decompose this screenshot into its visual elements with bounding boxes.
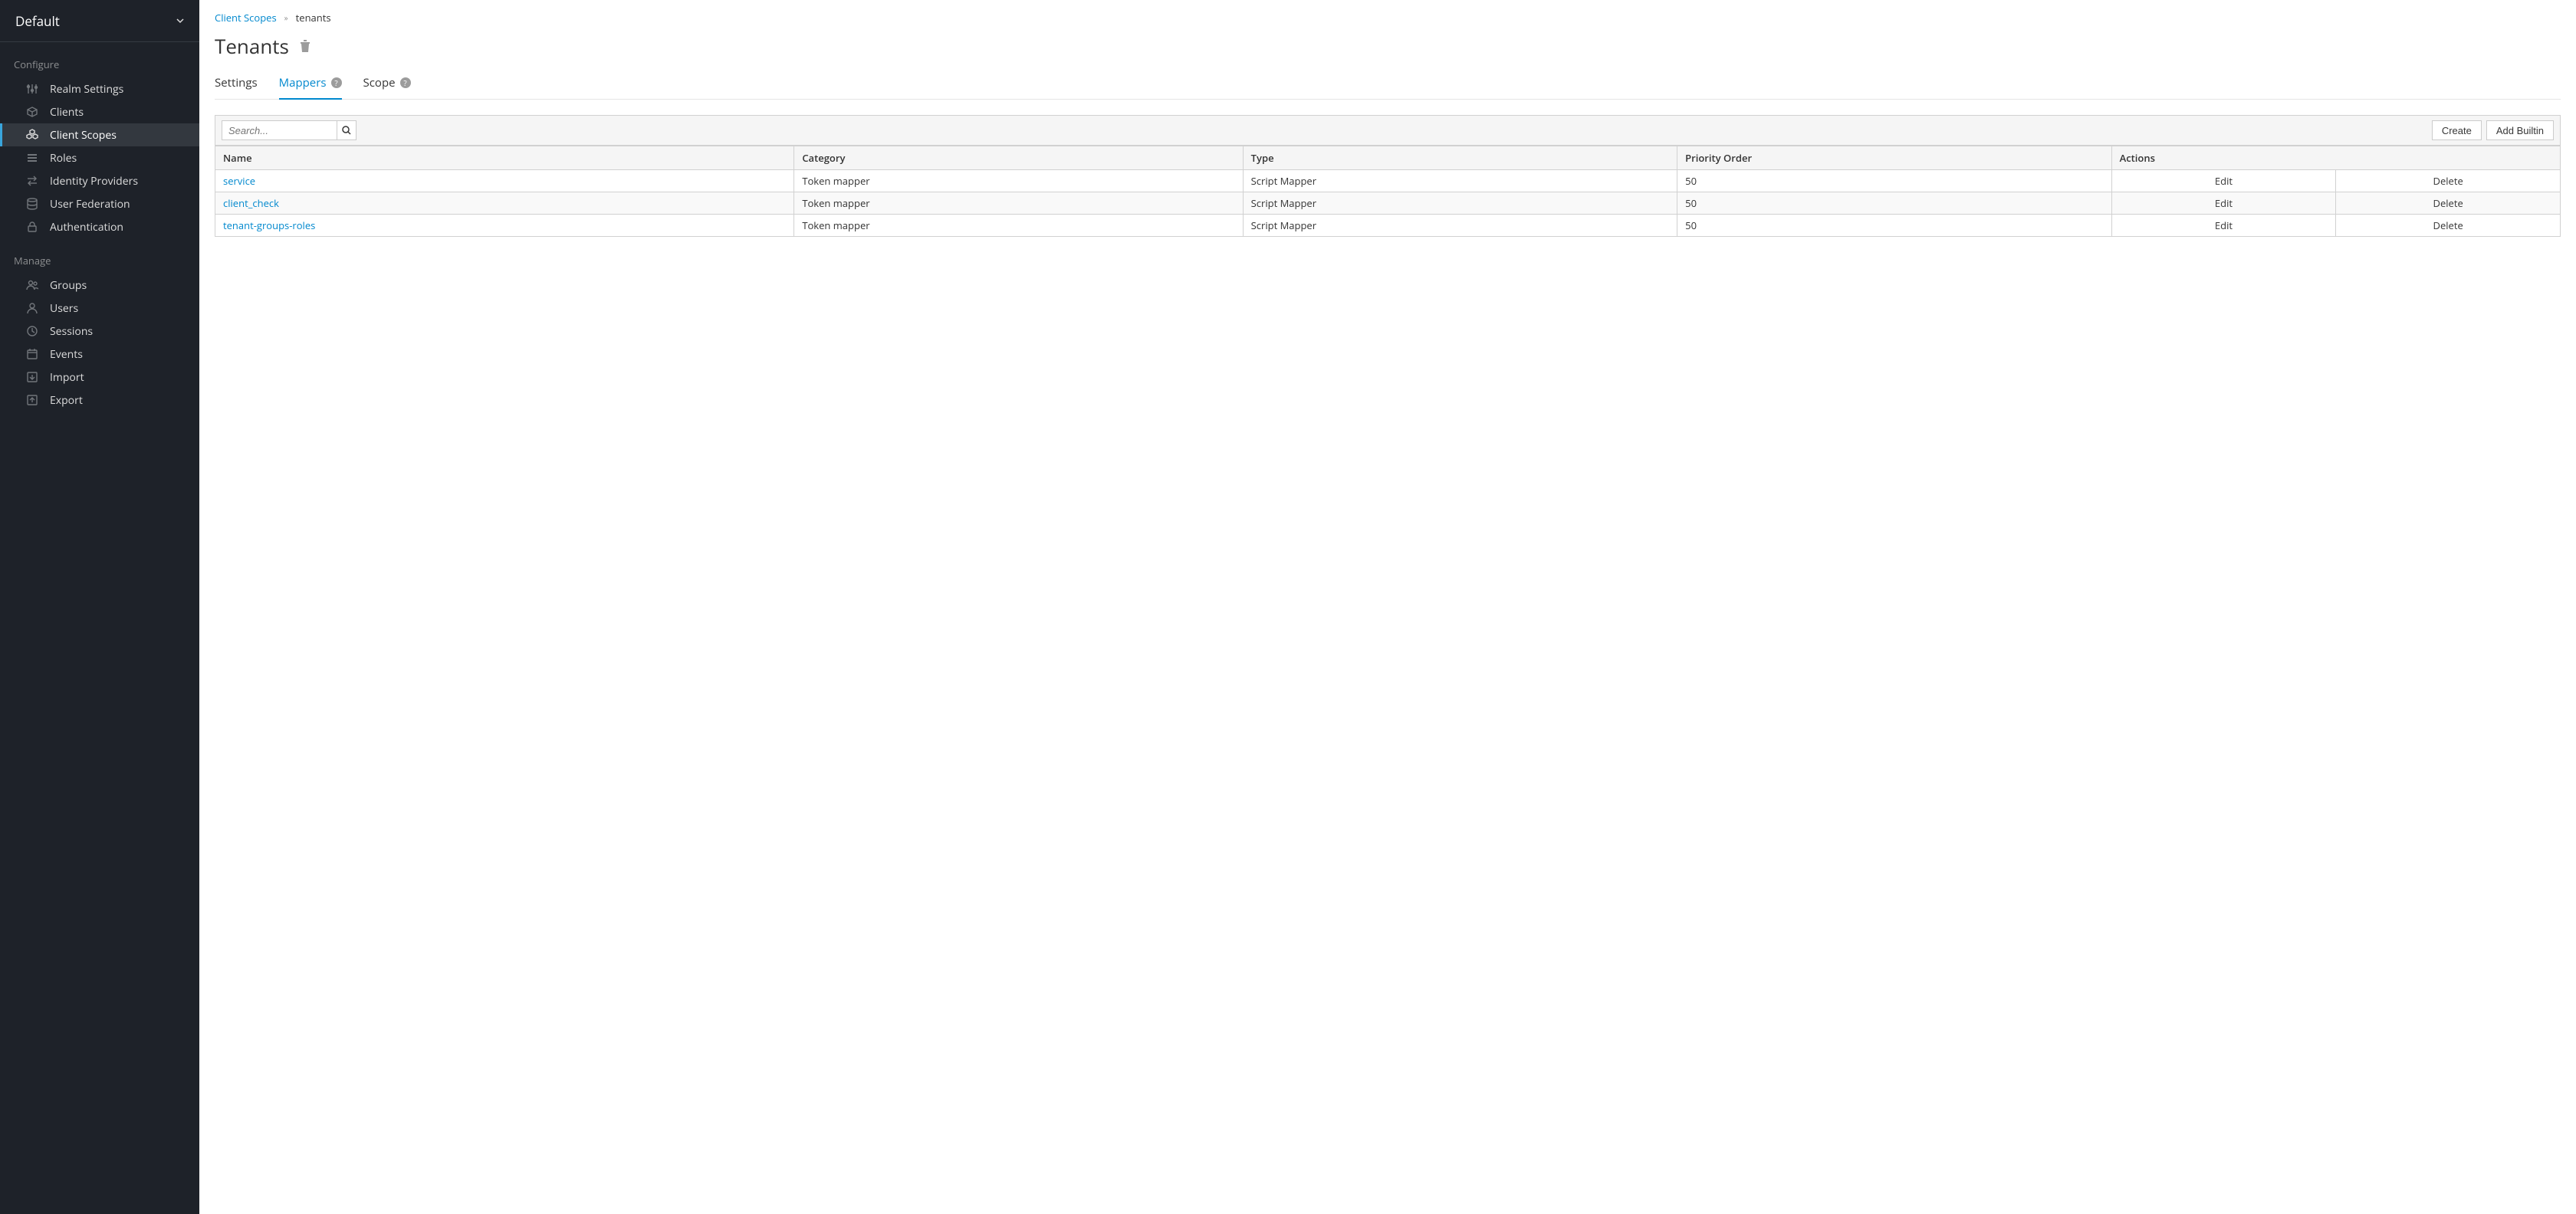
page-title: Tenants [215, 32, 289, 60]
delete-button[interactable]: Delete [2433, 218, 2463, 232]
search-icon [342, 126, 351, 135]
cell-priority: 50 [1677, 170, 2111, 192]
sidebar-item-identity-providers[interactable]: Identity Providers [0, 169, 199, 192]
sidebar-item-label: Sessions [50, 324, 93, 339]
sidebar-item-label: Users [50, 301, 78, 316]
exchange-icon [25, 174, 39, 188]
delete-button[interactable]: Delete [2433, 196, 2463, 210]
user-icon [25, 301, 39, 315]
toolbar-buttons: Create Add Builtin [2432, 120, 2554, 140]
mapper-link[interactable]: tenant-groups-roles [223, 218, 315, 232]
sidebar-item-label: User Federation [50, 197, 130, 212]
cell-category: Token mapper [794, 192, 1243, 215]
sidebar-section-title: Configure [0, 53, 199, 77]
sidebar-item-label: Events [50, 347, 83, 362]
mapper-link[interactable]: client_check [223, 196, 279, 210]
cell-priority: 50 [1677, 192, 2111, 215]
realm-selector[interactable]: Default [0, 0, 199, 42]
sidebar-item-label: Identity Providers [50, 174, 138, 189]
list-icon [25, 151, 39, 165]
users-icon [25, 278, 39, 292]
sidebar-item-label: Realm Settings [50, 82, 123, 97]
sidebar-item-events[interactable]: Events [0, 343, 199, 366]
sidebar-item-label: Authentication [50, 220, 123, 235]
table-toolbar: Create Add Builtin [215, 115, 2561, 146]
cell-category: Token mapper [794, 215, 1243, 237]
cubes-icon [25, 128, 39, 142]
table-row: client_check Token mapperScript Mapper50 E… [215, 192, 2561, 215]
delete-button[interactable]: Delete [2433, 174, 2463, 188]
edit-button[interactable]: Edit [2215, 174, 2233, 188]
sidebar-item-label: Roles [50, 151, 77, 166]
database-icon [25, 197, 39, 211]
col-header-name: Name [215, 146, 794, 170]
table-row: tenant-groups-roles Token mapperScript Ma… [215, 215, 2561, 237]
sidebar-item-sessions[interactable]: Sessions [0, 320, 199, 343]
sidebar-item-roles[interactable]: Roles [0, 146, 199, 169]
table-row: service Token mapperScript Mapper50 Edit De… [215, 170, 2561, 192]
sidebar-item-groups[interactable]: Groups [0, 274, 199, 297]
add-builtin-button[interactable]: Add Builtin [2486, 120, 2554, 140]
export-icon [25, 393, 39, 407]
sidebar-item-import[interactable]: Import [0, 366, 199, 389]
sidebar-item-label: Groups [50, 278, 87, 293]
search-input[interactable] [222, 120, 337, 140]
trash-icon[interactable] [300, 40, 310, 52]
page-title-row: Tenants [215, 32, 2561, 60]
col-header-priority: Priority Order [1677, 146, 2111, 170]
realm-name: Default [15, 12, 60, 30]
cell-type: Script Mapper [1243, 215, 1677, 237]
sliders-icon [25, 82, 39, 96]
tab-label: Settings [215, 75, 258, 90]
col-header-category: Category [794, 146, 1243, 170]
breadcrumb-separator-icon: » [284, 12, 288, 23]
main-content: Client Scopes » tenants Tenants Settings… [199, 0, 2576, 1214]
help-icon[interactable]: ? [400, 77, 411, 88]
sidebar: Default Configure Realm Settings Clients Cl… [0, 0, 199, 1214]
cell-type: Script Mapper [1243, 170, 1677, 192]
edit-button[interactable]: Edit [2215, 218, 2233, 232]
search-button[interactable] [337, 120, 356, 140]
sidebar-item-realm-settings[interactable]: Realm Settings [0, 77, 199, 100]
clock-icon [25, 324, 39, 338]
tab-label: Mappers [279, 75, 327, 90]
sidebar-item-clients[interactable]: Clients [0, 100, 199, 123]
sidebar-item-export[interactable]: Export [0, 389, 199, 412]
mappers-table: Name Category Type Priority Order Action… [215, 146, 2561, 237]
breadcrumb-current: tenants [296, 11, 331, 25]
breadcrumb: Client Scopes » tenants [215, 11, 2561, 25]
search-group [222, 120, 356, 140]
cell-priority: 50 [1677, 215, 2111, 237]
sidebar-item-label: Client Scopes [50, 128, 117, 143]
lock-icon [25, 220, 39, 234]
sidebar-item-users[interactable]: Users [0, 297, 199, 320]
breadcrumb-parent[interactable]: Client Scopes [215, 11, 277, 25]
sidebar-item-label: Import [50, 370, 84, 385]
cube-icon [25, 105, 39, 119]
tab-settings[interactable]: Settings [215, 71, 258, 100]
calendar-icon [25, 347, 39, 361]
sidebar-item-user-federation[interactable]: User Federation [0, 192, 199, 215]
sidebar-item-client-scopes[interactable]: Client Scopes [0, 123, 199, 146]
chevron-down-icon [176, 17, 184, 25]
mapper-link[interactable]: service [223, 174, 255, 188]
col-header-actions: Actions [2111, 146, 2560, 170]
sidebar-item-label: Export [50, 393, 83, 408]
edit-button[interactable]: Edit [2215, 196, 2233, 210]
col-header-type: Type [1243, 146, 1677, 170]
tab-mappers[interactable]: Mappers? [279, 71, 342, 100]
help-icon[interactable]: ? [331, 77, 342, 88]
tab-scope[interactable]: Scope? [363, 71, 411, 100]
sidebar-item-label: Clients [50, 105, 84, 120]
cell-category: Token mapper [794, 170, 1243, 192]
import-icon [25, 370, 39, 384]
sidebar-item-authentication[interactable]: Authentication [0, 215, 199, 238]
create-button[interactable]: Create [2432, 120, 2482, 140]
cell-type: Script Mapper [1243, 192, 1677, 215]
tab-label: Scope [363, 75, 396, 90]
sidebar-section-title: Manage [0, 249, 199, 274]
tabs: SettingsMappers?Scope? [215, 71, 2561, 100]
